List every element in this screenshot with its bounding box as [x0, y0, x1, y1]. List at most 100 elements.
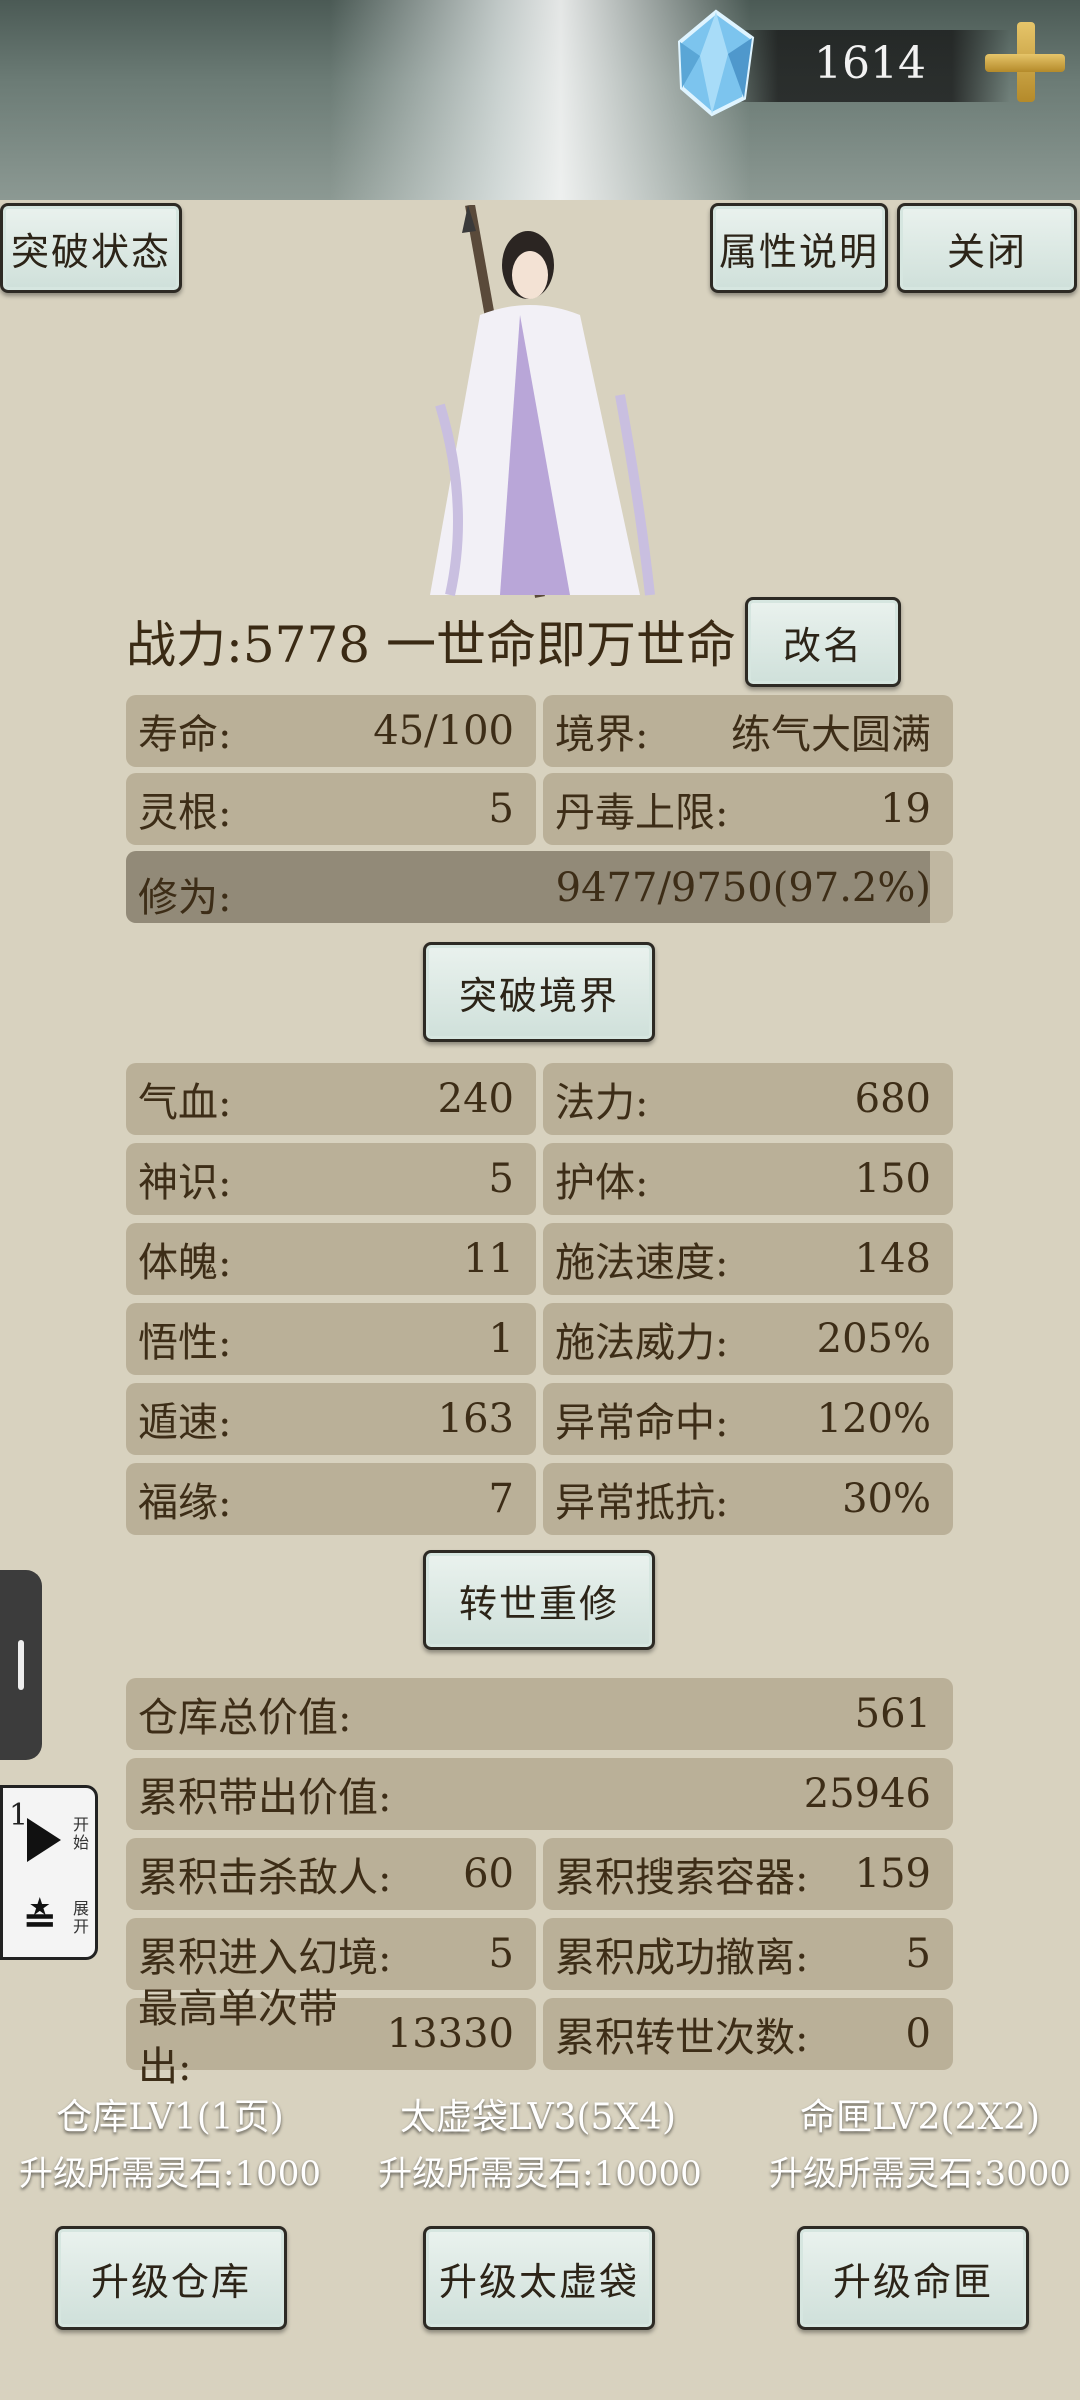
attribute-value: 1 [488, 1316, 514, 1362]
attribute-value: 11 [463, 1236, 514, 1282]
expand-chevron-icon[interactable]: ≛ [23, 1896, 57, 1943]
combat-power: 战力:5778 [126, 616, 371, 674]
attribute-label: 护体: [555, 1160, 649, 1206]
warehouse-upgrade-cost: 升级所需灵石:1000 [19, 2154, 321, 2194]
record-label: 累积转世次数: [555, 2015, 809, 2061]
cultivation-progress-bar: 修为: 9477/9750(97.2%) [126, 851, 953, 923]
attribute-cell: 体魄: 11 [126, 1223, 536, 1295]
record-value: 60 [463, 1851, 514, 1897]
stat-label: 丹毒上限: [555, 790, 729, 836]
attribute-value: 205% [816, 1316, 931, 1362]
attribute-value: 7 [488, 1476, 514, 1522]
record-warehouse-total: 仓库总价值: 561 [126, 1678, 953, 1750]
side-drawer-handle[interactable] [0, 1570, 42, 1760]
attribute-cell: 悟性: 1 [126, 1303, 536, 1375]
record-label: 累积搜索容器: [555, 1855, 809, 1901]
attribute-label: 遁速: [138, 1400, 232, 1446]
breakthrough-status-button[interactable]: 突破状态 [0, 203, 182, 293]
life-box-level: 命匣LV2(2X2) [799, 2097, 1041, 2138]
taixu-bag-upgrade-cost: 升级所需灵石:10000 [378, 2154, 702, 2194]
character-name: 一世命即万世命 [386, 616, 736, 674]
attribute-value: 5 [488, 1156, 514, 1202]
attribute-label: 气血: [138, 1080, 232, 1126]
record-cell: 累积转世次数: 0 [543, 1998, 953, 2070]
cultivation-label: 修为: [138, 875, 232, 921]
character-portrait [430, 205, 655, 598]
attribute-cell: 异常抵抗: 30% [543, 1463, 953, 1535]
attribute-label: 异常抵抗: [555, 1480, 729, 1526]
attribute-label: 悟性: [138, 1320, 232, 1366]
attribute-label: 施法速度: [555, 1240, 729, 1286]
attribute-cell: 施法速度: 148 [543, 1223, 953, 1295]
expand-label: 展开 [73, 1899, 90, 1936]
record-label: 累积击杀敌人: [138, 1855, 392, 1901]
stat-value: 19 [880, 786, 931, 832]
auto-play-count: 1 [9, 1798, 29, 1833]
stat-spirit-root: 灵根: 5 [126, 773, 536, 845]
record-label: 仓库总价值: [138, 1695, 352, 1741]
attribute-cell: 异常命中: 120% [543, 1383, 953, 1455]
upgrade-taixu-bag-button[interactable]: 升级太虚袋 [423, 2226, 655, 2330]
record-label: 累积带出价值: [138, 1775, 392, 1821]
spirit-stone-count: 1614 [814, 38, 926, 89]
attribute-value: 150 [854, 1156, 931, 1202]
attribute-value: 240 [437, 1076, 514, 1122]
attribute-cell: 气血: 240 [126, 1063, 536, 1135]
record-label: 累积成功撤离: [555, 1935, 809, 1981]
attribute-label: 神识: [138, 1160, 232, 1206]
stat-pill-toxicity: 丹毒上限: 19 [543, 773, 953, 845]
attribute-value: 148 [854, 1236, 931, 1282]
record-cell: 累积击杀敌人: 60 [126, 1838, 536, 1910]
character-power-name: 战力:5778 一世命即万世命 [126, 605, 736, 677]
record-value: 25946 [803, 1771, 931, 1817]
upgrade-life-box-button[interactable]: 升级命匣 [797, 2226, 1029, 2330]
stat-value: 45/100 [373, 708, 514, 754]
stat-value: 5 [488, 786, 514, 832]
auto-play-panel[interactable]: 1 开始 ≛ 展开 [0, 1785, 98, 1960]
attribute-value: 120% [816, 1396, 931, 1442]
attribute-value: 680 [854, 1076, 931, 1122]
add-currency-button[interactable] [985, 22, 1065, 102]
stat-label: 境界: [555, 712, 649, 758]
record-cell: 累积搜索容器: 159 [543, 1838, 953, 1910]
cultivation-value: 9477/9750(97.2%) [555, 865, 931, 911]
stat-label: 寿命: [138, 712, 232, 758]
attribute-value: 163 [437, 1396, 514, 1442]
record-label: 累积进入幻境: [138, 1935, 392, 1981]
attribute-label: 体魄: [138, 1240, 232, 1286]
record-value: 13330 [386, 2011, 514, 2057]
record-label: 最高单次带出: [138, 1986, 338, 2090]
taixu-bag-level: 太虚袋LV3(5X4) [399, 2097, 677, 2138]
attribute-label: 福缘: [138, 1480, 232, 1526]
stat-label: 灵根: [138, 790, 232, 836]
attribute-cell: 护体: 150 [543, 1143, 953, 1215]
life-box-upgrade-cost: 升级所需灵石:3000 [769, 2154, 1071, 2194]
attribute-info-button[interactable]: 属性说明 [710, 203, 888, 293]
attribute-cell: 遁速: 163 [126, 1383, 536, 1455]
record-value: 5 [488, 1931, 514, 1977]
attribute-cell: 法力: 680 [543, 1063, 953, 1135]
record-cell: 最高单次带出: 13330 [126, 1986, 536, 2090]
record-value: 159 [854, 1851, 931, 1897]
attribute-label: 异常命中: [555, 1400, 729, 1446]
stat-realm: 境界: 练气大圆满 [543, 695, 953, 767]
attribute-cell: 施法威力: 205% [543, 1303, 953, 1375]
attribute-cell: 福缘: 7 [126, 1463, 536, 1535]
breakthrough-realm-button[interactable]: 突破境界 [423, 942, 655, 1042]
reincarnate-button[interactable]: 转世重修 [423, 1550, 655, 1650]
upgrade-warehouse-button[interactable]: 升级仓库 [55, 2226, 287, 2330]
record-cell: 累积成功撤离: 5 [543, 1918, 953, 1990]
warehouse-level: 仓库LV1(1页) [56, 2097, 284, 2138]
attribute-label: 施法威力: [555, 1320, 729, 1366]
close-button[interactable]: 关闭 [897, 203, 1077, 293]
attribute-label: 法力: [555, 1080, 649, 1126]
record-value: 561 [854, 1691, 931, 1737]
record-carried-out: 累积带出价值: 25946 [126, 1758, 953, 1830]
stat-lifespan: 寿命: 45/100 [126, 695, 536, 767]
attribute-value: 30% [842, 1476, 931, 1522]
stat-value: 练气大圆满 [731, 712, 931, 758]
rename-button[interactable]: 改名 [745, 597, 901, 687]
start-label: 开始 [73, 1815, 90, 1852]
record-value: 0 [905, 2011, 931, 2057]
play-icon[interactable] [27, 1818, 61, 1862]
